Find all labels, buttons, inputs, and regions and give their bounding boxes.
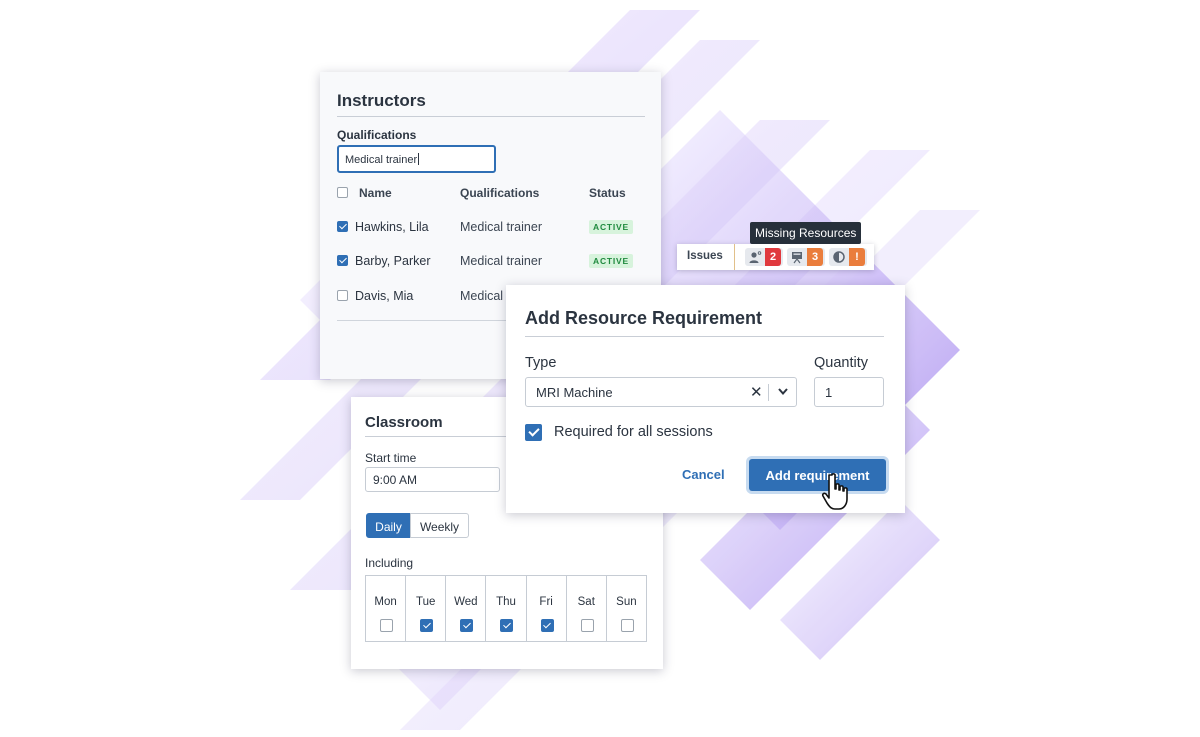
column-header-qualifications[interactable]: Qualifications — [460, 186, 539, 200]
instructor-qualification: Medical — [460, 289, 504, 303]
day-fri[interactable]: Fri — [527, 576, 567, 641]
select-divider — [768, 384, 769, 401]
frequency-weekly-button[interactable]: Weekly — [410, 513, 469, 538]
day-label: Sat — [577, 596, 595, 608]
type-select[interactable]: MRI Machine ✕ — [525, 377, 797, 407]
day-checkbox[interactable] — [580, 619, 594, 632]
classroom-title: Classroom — [365, 414, 443, 431]
status-badge: ACTIVE — [589, 220, 633, 234]
day-checkbox[interactable] — [460, 619, 474, 632]
person-icon — [749, 251, 762, 263]
row-checkbox[interactable] — [337, 255, 348, 266]
presentation-board-icon — [792, 252, 802, 264]
required-for-all-sessions-label[interactable]: Required for all sessions — [554, 424, 713, 440]
day-label: Sun — [616, 596, 637, 608]
day-wed[interactable]: Wed — [446, 576, 487, 641]
row-checkbox[interactable] — [337, 221, 348, 232]
half-circle-icon — [833, 251, 845, 263]
cancel-button[interactable]: Cancel — [682, 467, 725, 482]
dialog-title: Add Resource Requirement — [525, 308, 763, 328]
day-checkbox[interactable] — [420, 619, 434, 632]
day-mon[interactable]: Mon — [366, 576, 407, 641]
including-label: Including — [365, 556, 414, 570]
qualifications-label: Qualifications — [337, 128, 417, 142]
qualifications-filter-value: Medical trainer — [345, 154, 418, 166]
day-checkbox[interactable] — [620, 619, 634, 632]
day-checkbox[interactable] — [540, 619, 554, 632]
day-label: Thu — [496, 596, 516, 608]
start-time-input[interactable]: 9:00 AM — [365, 467, 500, 492]
instructor-name: Barby, Parker — [355, 254, 431, 268]
status-badge: ACTIVE — [589, 254, 633, 268]
issues-divider — [734, 244, 735, 270]
start-time-label: Start time — [365, 451, 417, 465]
missing-resources-chip[interactable]: 3 — [787, 248, 825, 266]
issues-bar: Issues 2 3 ! — [677, 244, 874, 270]
clear-icon[interactable]: ✕ — [750, 383, 763, 401]
day-sat[interactable]: Sat — [567, 576, 607, 641]
day-checkbox[interactable] — [380, 619, 393, 632]
chevron-down-icon[interactable] — [775, 385, 791, 399]
missing-resources-tooltip: Missing Resources — [750, 222, 862, 249]
quantity-input[interactable]: 1 — [814, 377, 884, 407]
hand-pointer-cursor-icon — [821, 473, 848, 510]
issues-label: Issues — [687, 250, 723, 262]
day-checkbox[interactable] — [500, 619, 514, 632]
frequency-daily-button[interactable]: Daily — [366, 513, 411, 538]
day-label: Tue — [416, 596, 436, 608]
title-divider — [365, 436, 525, 437]
instructor-qualification: Medical trainer — [460, 254, 542, 268]
text-caret — [418, 153, 420, 165]
title-divider — [525, 336, 884, 337]
day-thu[interactable]: Thu — [486, 576, 527, 641]
day-label: Fri — [539, 596, 553, 608]
day-label: Mon — [374, 596, 397, 608]
type-select-value: MRI Machine — [536, 385, 613, 400]
row-checkbox[interactable] — [337, 290, 348, 301]
instructor-qualification: Medical trainer — [460, 220, 542, 234]
weekday-selector: Mon Tue Wed Thu Fri Sat Sun — [365, 575, 647, 642]
instructor-name: Hawkins, Lila — [355, 220, 429, 234]
instructors-title: Instructors — [337, 91, 426, 110]
instructor-name: Davis, Mia — [355, 289, 414, 303]
select-all-checkbox[interactable] — [337, 187, 348, 198]
day-label: Wed — [454, 596, 478, 608]
column-header-name[interactable]: Name — [359, 186, 392, 200]
issue-count: 2 — [765, 248, 781, 266]
day-sun[interactable]: Sun — [607, 576, 646, 641]
qualifications-filter-input[interactable]: Medical trainer — [337, 145, 496, 173]
day-tue[interactable]: Tue — [406, 576, 447, 641]
type-label: Type — [525, 355, 557, 371]
required-for-all-sessions-checkbox[interactable] — [525, 424, 542, 441]
instructor-issue-chip[interactable]: 2 — [745, 248, 783, 266]
title-divider — [337, 116, 645, 117]
column-header-status[interactable]: Status — [589, 186, 626, 200]
conflict-issue-chip[interactable]: ! — [829, 248, 867, 266]
issue-count: ! — [849, 248, 865, 266]
quantity-label: Quantity — [814, 355, 868, 371]
issue-count: 3 — [807, 248, 823, 266]
